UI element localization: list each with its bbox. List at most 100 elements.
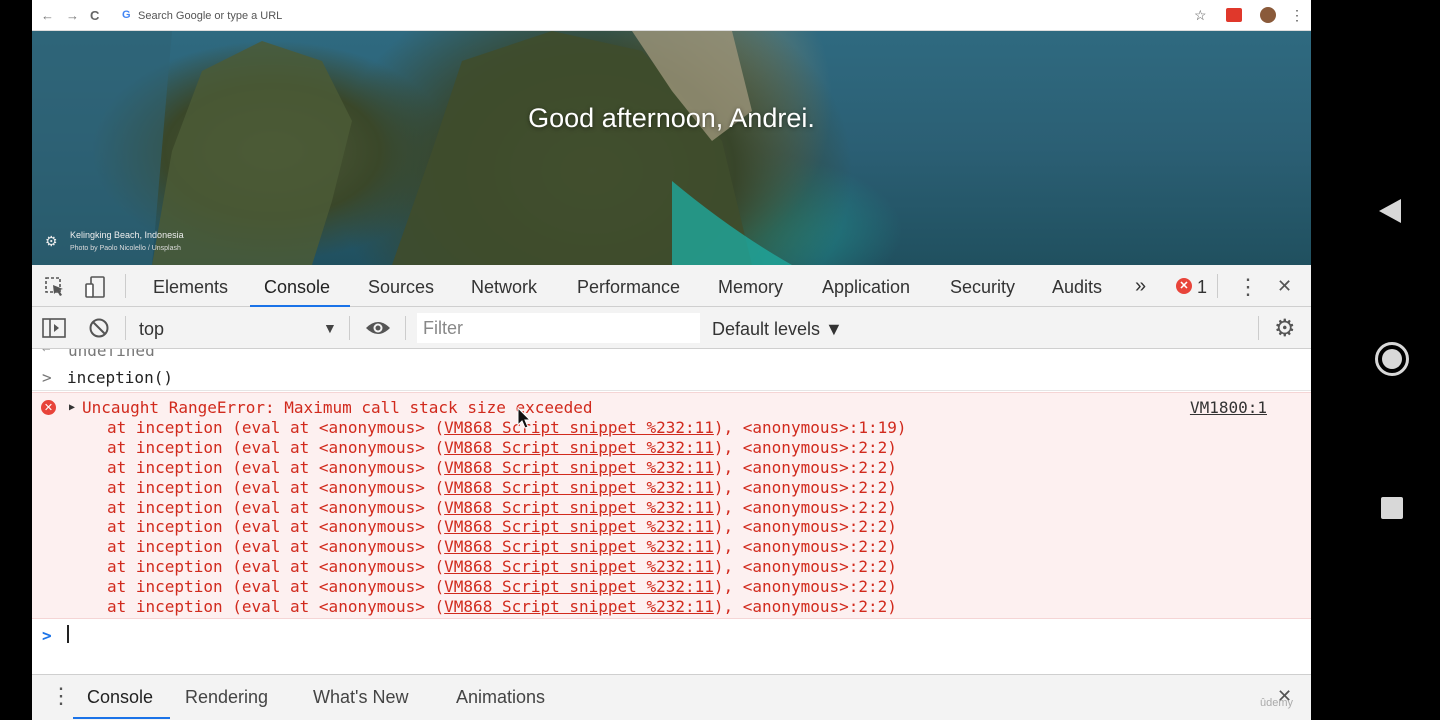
browser-window: ← → C G Search Google or type a URL ☆ ⋮ … <box>32 0 1311 720</box>
stack-frame-location: ), <anonymous>:2:2) <box>713 537 897 557</box>
log-levels-dropdown[interactable]: Default levels ▼ <box>712 319 843 340</box>
forward-icon[interactable]: → <box>66 7 79 24</box>
devtools-tab-bar: Elements Console Sources Network Perform… <box>32 265 1311 307</box>
stack-frame-link[interactable]: VM868 Script snippet %232:11 <box>444 577 714 596</box>
extension-icon[interactable] <box>1226 8 1242 22</box>
tab-security[interactable]: Security <box>950 277 1015 298</box>
tab-application[interactable]: Application <box>822 277 910 298</box>
prompt-chevron-icon: > <box>42 626 52 645</box>
error-text[interactable]: Uncaught RangeError: Maximum call stack … <box>82 398 593 417</box>
photo-credit[interactable]: Photo by Paolo Nicolello / Unsplash <box>70 245 181 252</box>
text-cursor <box>67 625 69 643</box>
stack-frame-location: ), <anonymous>:2:2) <box>713 497 897 517</box>
active-drawer-tab-indicator <box>73 717 170 719</box>
error-count-icon[interactable]: ✕ <box>1176 278 1192 294</box>
console-input-entry: > inception() <box>32 365 1311 391</box>
reload-icon[interactable]: C <box>90 7 99 24</box>
greeting-heading: Good afternoon, Andrei. <box>528 103 815 133</box>
device-toolbar-icon[interactable] <box>83 275 107 299</box>
console-prompt[interactable]: > <box>32 619 1311 649</box>
devtools-menu-icon[interactable]: ⋮ <box>1237 274 1259 300</box>
screen: ← → C G Search Google or type a URL ☆ ⋮ … <box>0 0 1440 720</box>
result-arrow-icon: ← <box>42 349 51 357</box>
filter-input[interactable] <box>417 313 700 343</box>
previous-result: undefined <box>68 349 155 360</box>
stack-frame-link[interactable]: VM868 Script snippet %232:11 <box>444 557 714 576</box>
tab-elements[interactable]: Elements <box>153 277 228 298</box>
stack-frame-location: ), <anonymous>:2:2) <box>713 517 897 537</box>
tab-audits[interactable]: Audits <box>1052 277 1102 298</box>
stack-frame-link[interactable]: VM868 Script snippet %232:11 <box>444 517 714 536</box>
stack-frame: at inception (eval at <anonymous> (VM868… <box>107 478 907 498</box>
stack-frame: at inception (eval at <anonymous> (VM868… <box>107 577 907 597</box>
stack-frame-text: at inception (eval at <anonymous> ( <box>107 418 445 437</box>
drawer-tab-console[interactable]: Console <box>87 687 153 708</box>
stack-frame-link[interactable]: VM868 Script snippet %232:11 <box>444 418 714 437</box>
stack-frame-text: at inception (eval at <anonymous> ( <box>107 577 445 597</box>
stack-frame-location: ), <anonymous>:2:2) <box>713 437 897 457</box>
stack-frame-link[interactable]: VM868 Script snippet %232:11 <box>444 498 714 517</box>
stack-frame: at inception (eval at <anonymous> (VM868… <box>107 438 907 458</box>
close-devtools-icon[interactable]: ✕ <box>1277 276 1292 297</box>
stack-frame-location: ), <anonymous>:1:19) <box>713 418 907 437</box>
back-icon[interactable]: ← <box>41 7 54 24</box>
drawer-menu-icon[interactable]: ⋮ <box>50 683 72 709</box>
stack-frame: at inception (eval at <anonymous> (VM868… <box>107 517 907 537</box>
avatar[interactable] <box>1260 7 1276 23</box>
console-output[interactable]: ← undefined > inception() ✕ ▶ Uncaught R… <box>32 349 1311 674</box>
background-photo <box>32 31 792 265</box>
drawer-tab-animations[interactable]: Animations <box>456 687 545 708</box>
bookmark-star-icon[interactable]: ☆ <box>1194 6 1207 24</box>
clear-console-icon[interactable] <box>88 317 110 339</box>
live-expression-eye-icon[interactable] <box>365 319 391 337</box>
tab-performance[interactable]: Performance <box>577 277 680 298</box>
more-tabs-icon[interactable]: » <box>1135 275 1146 298</box>
console-settings-gear-icon[interactable]: ⚙ <box>1274 314 1296 343</box>
drawer-tab-bar: ⋮ Console Rendering What's New Animation… <box>32 674 1311 720</box>
stack-frame-text: at inception (eval at <anonymous> ( <box>107 597 445 617</box>
tab-console[interactable]: Console <box>264 277 330 298</box>
stack-frame-location: ), <anonymous>:2:2) <box>713 477 897 497</box>
divider <box>1258 316 1259 340</box>
stack-frame-text: at inception (eval at <anonymous> ( <box>107 477 445 497</box>
console-toolbar: top ▼ Default levels ▼ ⚙ <box>32 307 1311 349</box>
photo-location[interactable]: Kelingking Beach, Indonesia <box>70 230 184 240</box>
stack-frame: at inception (eval at <anonymous> (VM868… <box>107 458 907 478</box>
stack-frame-text: at inception (eval at <anonymous> ( <box>107 497 445 517</box>
drawer-tab-rendering[interactable]: Rendering <box>185 687 268 708</box>
mouse-pointer-icon <box>517 407 532 429</box>
stack-frame: at inception (eval at <anonymous> (VM868… <box>107 597 907 617</box>
error-count[interactable]: 1 <box>1197 277 1207 298</box>
input-prompt-icon: > <box>42 368 52 387</box>
android-back-icon[interactable] <box>1377 197 1403 225</box>
stack-frame-link[interactable]: VM868 Script snippet %232:11 <box>444 537 714 556</box>
stack-frame-text: at inception (eval at <anonymous> ( <box>107 557 445 577</box>
stack-trace: at inception (eval at <anonymous> (VM868… <box>107 418 907 617</box>
tab-memory[interactable]: Memory <box>718 277 783 298</box>
stack-frame: at inception (eval at <anonymous> (VM868… <box>107 537 907 557</box>
chrome-menu-icon[interactable]: ⋮ <box>1290 6 1304 24</box>
error-message: ✕ ▶ Uncaught RangeError: Maximum call st… <box>32 392 1311 619</box>
divider <box>125 316 126 340</box>
error-source-link[interactable]: VM1800:1 <box>1190 398 1267 417</box>
omnibox-input[interactable]: Search Google or type a URL <box>138 10 282 22</box>
stack-frame: at inception (eval at <anonymous> (VM868… <box>107 418 907 438</box>
stack-frame-link[interactable]: VM868 Script snippet %232:11 <box>444 597 714 616</box>
sidebar-toggle-icon[interactable] <box>42 318 66 338</box>
new-tab-background: Good afternoon, Andrei. ⚙ Kelingking Bea… <box>32 31 1311 265</box>
dropdown-arrow-icon[interactable]: ▼ <box>323 320 337 336</box>
android-recents-icon[interactable] <box>1380 496 1404 520</box>
tab-sources[interactable]: Sources <box>368 277 434 298</box>
android-home-icon[interactable] <box>1374 341 1410 377</box>
context-selector[interactable]: top <box>139 319 164 340</box>
stack-frame-link[interactable]: VM868 Script snippet %232:11 <box>444 438 714 457</box>
tab-network[interactable]: Network <box>471 277 537 298</box>
stack-frame-link[interactable]: VM868 Script snippet %232:11 <box>444 458 714 477</box>
inspect-element-icon[interactable] <box>44 276 66 298</box>
drawer-tab-whats-new[interactable]: What's New <box>313 687 408 708</box>
stack-frame-location: ), <anonymous>:2:2) <box>713 557 897 577</box>
customize-gear-icon[interactable]: ⚙ <box>45 233 58 250</box>
expand-triangle-icon[interactable]: ▶ <box>69 402 75 413</box>
stack-frame-location: ), <anonymous>:2:2) <box>713 457 897 477</box>
stack-frame-link[interactable]: VM868 Script snippet %232:11 <box>444 478 714 497</box>
